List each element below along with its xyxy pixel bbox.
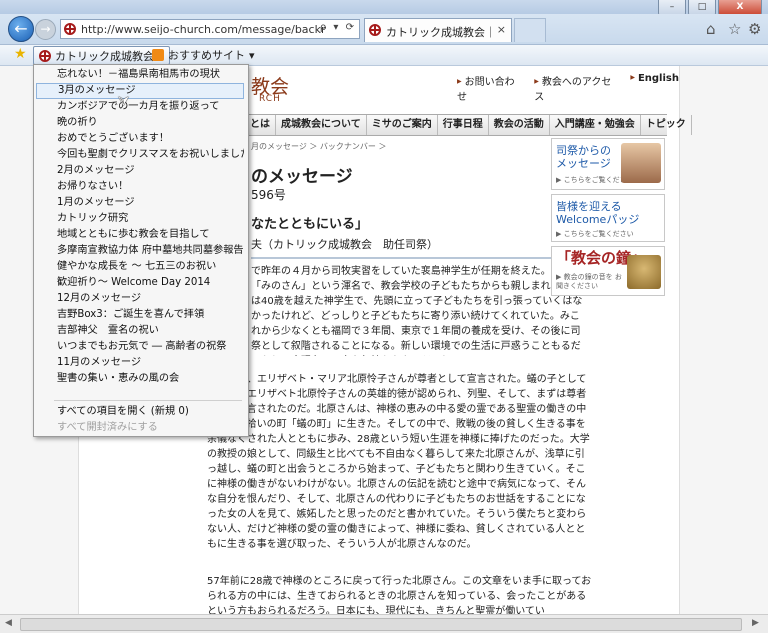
menu-item[interactable]: 2月のメッセージ (36, 163, 244, 179)
article-paragraph: で昨年の４月から司牧実習をしていた裵島神学生が任期を終えた。裵は「みのさん」とい… (251, 266, 583, 352)
menu-item[interactable]: 地域とともに歩む教会を目指して (36, 227, 244, 243)
scrollbar-thumb[interactable] (20, 618, 742, 631)
sidebar-banner-message[interactable]: 司祭からのメッセージ ▶ こちらをご覧ください (551, 138, 665, 190)
sidebar-banner-welcome[interactable]: 皆様を迎える Welcomeパッジ ▶ こちらをご覧ください (551, 194, 665, 242)
sidebar-banner-title: 皆様を迎える Welcomeパッジ (556, 200, 640, 226)
favorites-dropdown-menu: 忘れない！－福島県南相馬市の現状 3月のメッセージ カンボジアでの一カ月を振り返… (33, 64, 249, 437)
article-subtitle: なたとともにいる」 (251, 217, 369, 232)
mark-all-read: すべて開封済みにする (57, 422, 158, 433)
site-logo-sub: RCH (259, 94, 281, 104)
menu-item[interactable]: 12月のメッセージ (36, 291, 244, 307)
english-link[interactable]: English (630, 73, 679, 103)
menu-item[interactable]: 歓迎祈り～ Welcome Day 2014 (36, 275, 244, 291)
menu-item[interactable]: 多摩南宣教協力体 府中墓地共同墓参報告 (36, 243, 244, 259)
article-paragraph: 57年前に28歳で神様のところに戻って行った北原さん。この文章をいま手に取ってお… (207, 576, 592, 614)
back-button[interactable]: ← (8, 16, 34, 42)
site-favicon-icon (64, 23, 76, 35)
menu-item[interactable]: 吉野Box3：ご誕生を喜んで拝領 (36, 307, 244, 323)
chevron-down-icon: ▾ (249, 48, 255, 62)
scroll-left-icon[interactable]: ◀ (5, 618, 12, 628)
menu-item[interactable]: 入門講座・勉強会 (550, 115, 641, 135)
article-author: 夫（カトリック成城教会 助任司祭） (251, 238, 438, 251)
priest-photo (621, 143, 661, 183)
menu-item[interactable]: 吉部神父 霊名の祝い (36, 323, 244, 339)
menu-item[interactable]: 3月のメッセージ (36, 83, 244, 99)
new-tab-button[interactable] (514, 18, 546, 42)
menu-item[interactable]: 行事日程 (438, 115, 489, 135)
menu-item[interactable]: カトリック研究 (36, 211, 244, 227)
menu-item[interactable]: おめでとうございます！ (36, 131, 244, 147)
site-menu: とは 成城教会について ミサのご案内 行事日程 教会の活動 入門講座・勉強会 ト… (245, 114, 692, 136)
suggested-sites-icon (152, 49, 164, 61)
tab-active[interactable]: カトリック成城教会｜3月... × (364, 18, 512, 42)
address-url[interactable]: http://www.seijo-church.com/message/back… (81, 23, 326, 36)
address-bar[interactable]: http://www.seijo-church.com/message/back… (60, 19, 360, 39)
favorites-icon[interactable]: ☆ (728, 20, 741, 38)
breadcrumb[interactable]: 月のメッセージ ＞ バックナンバー ＞ (251, 141, 386, 152)
menu-separator (54, 400, 242, 401)
menu-item[interactable]: ミサのご案内 (367, 115, 438, 135)
contact-link[interactable]: お問い合わせ (457, 73, 522, 103)
mouse-cursor-icon: ⮛ (118, 94, 130, 109)
sidebar-banner-bell[interactable]: 「教会の鐘」 ▶ 教会の鐘の音を お聞きください (551, 246, 665, 296)
menu-item[interactable]: 教会の活動 (489, 115, 550, 135)
menu-item[interactable]: 健やかな成長を ～ 七五三のお祝い (36, 259, 244, 275)
suggested-sites-button[interactable]: おすすめサイト ▾ (152, 47, 255, 63)
menu-item[interactable]: いつまでもお元気で ― 高齢者の祝祭 (36, 339, 244, 355)
address-tools[interactable]: ρ ▾ ⟳ (320, 22, 356, 33)
horizontal-scrollbar[interactable]: ◀ ▶ (0, 614, 768, 633)
article-title: のメッセージ (251, 167, 353, 187)
add-favorite-star-icon[interactable]: ★ (14, 46, 27, 62)
menu-item[interactable]: 1月のメッセージ (36, 195, 244, 211)
open-all-items[interactable]: すべての項目を開く (新規 0) (36, 404, 244, 420)
favorites-bar: ★ カトリック成城教会 ▾ おすすめサイト ▾ (0, 45, 768, 66)
favorites-folder-button[interactable]: カトリック成城教会 ▾ (33, 46, 170, 65)
home-icon[interactable]: ⌂ (706, 20, 716, 38)
menu-item[interactable]: お帰りなさい！ (36, 179, 244, 195)
tab-favicon-icon (369, 24, 381, 36)
forward-button[interactable]: → (35, 19, 56, 40)
scroll-right-icon[interactable]: ▶ (752, 618, 759, 628)
sidebar-banner-link: ▶ 教会の鐘の音を お聞きください (556, 273, 622, 290)
folder-favicon-icon (39, 49, 51, 62)
navigation-bar: ← → http://www.seijo-church.com/message/… (0, 14, 768, 45)
sidebar-banner-title: 司祭からのメッセージ (556, 144, 611, 170)
tab-close-icon[interactable]: × (497, 23, 506, 36)
menu-item[interactable]: 成城教会について (276, 115, 367, 135)
menu-item[interactable]: トピック (641, 115, 692, 135)
top-links: お問い合わせ 教会へのアクセス English (457, 73, 679, 103)
bell-icon (627, 255, 661, 289)
menu-item[interactable]: 11月のメッセージ (36, 355, 244, 371)
suggested-sites-label: おすすめサイト (168, 49, 245, 62)
settings-gear-icon[interactable]: ⚙ (748, 20, 761, 38)
menu-item[interactable]: とは (245, 115, 276, 135)
sidebar-banner-link: ▶ こちらをご覧ください (556, 230, 634, 238)
menu-item[interactable]: 忘れない！－福島県南相馬市の現状 (36, 67, 244, 83)
article-number: 596号 (251, 188, 286, 202)
favorites-folder-label: カトリック成城教会 (55, 49, 154, 63)
menu-item[interactable]: 晩の祈り (36, 115, 244, 131)
tab-title: カトリック成城教会｜3月... (386, 26, 491, 39)
menu-item[interactable]: 聖書の集い・恵みの風の会 (36, 371, 244, 387)
article-paragraph: 皇庁から、エリザベト・マリア北原怜子さんが尊者として宣言された。蟻の子として知ら… (207, 374, 590, 550)
window-titlebar: – □ X (0, 0, 768, 17)
menu-item[interactable]: カンボジアでの一カ月を振り返って (36, 99, 244, 115)
access-link[interactable]: 教会へのアクセス (534, 73, 618, 103)
menu-item[interactable]: 今回も聖劇でクリスマスをお祝いしました (36, 147, 244, 163)
